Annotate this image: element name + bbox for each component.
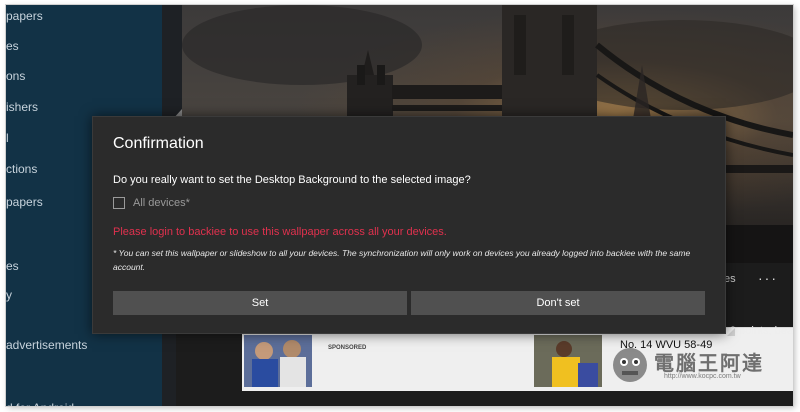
ad-photo-left [244,335,312,387]
watermark-title: 電腦王阿達 [654,351,764,375]
dialog-question: Do you really want to set the Desktop Ba… [113,174,471,186]
dialog-title: Confirmation [113,135,204,152]
sidebar-item[interactable]: papers [6,195,43,209]
sidebar-item[interactable]: ons [6,69,25,83]
sidebar-item[interactable]: l [6,131,9,145]
ad-thumbnail-right[interactable] [534,335,602,387]
sidebar-item[interactable]: d for Android [6,401,74,406]
sync-note: * You can set this wallpaper or slidesho… [113,248,691,272]
watermark-mascot-logo [613,348,647,382]
login-error-message: Please login to backiee to use this wall… [113,226,447,238]
watermark: 電腦王阿達 http://www.kocpc.com.tw [608,343,788,391]
sidebar-item[interactable]: es [6,39,19,53]
ad-right-text: 9 points, beats [730,325,793,337]
sidebar-item[interactable]: ishers [6,100,38,114]
more-options-icon[interactable]: ··· [758,270,778,286]
checkbox-box[interactable] [113,197,125,209]
sidebar-item[interactable]: es [6,259,19,273]
sidebar-item[interactable]: advertisements [6,338,87,352]
collapse-arrow-icon[interactable] [726,327,736,337]
checkbox-label[interactable]: All devices* [133,197,190,209]
set-button[interactable]: Set [113,291,407,315]
ad-thumbnail-left[interactable] [244,335,312,387]
watermark-url: http://www.kocpc.com.tw [664,373,741,380]
app-window: papers es ons ishers l ctions papers es y adverti… [6,5,793,406]
confirmation-dialog: Confirmation Do you really want to set t… [92,116,726,334]
dont-set-button[interactable]: Don't set [411,291,705,315]
sidebar-item[interactable]: papers [6,9,43,23]
ad-photo-right [534,335,602,387]
all-devices-checkbox[interactable]: All devices* [113,197,190,209]
sponsored-label: SPONSORED [328,345,367,351]
sidebar-item[interactable]: y [6,288,12,302]
sidebar-item[interactable]: ctions [6,162,37,176]
